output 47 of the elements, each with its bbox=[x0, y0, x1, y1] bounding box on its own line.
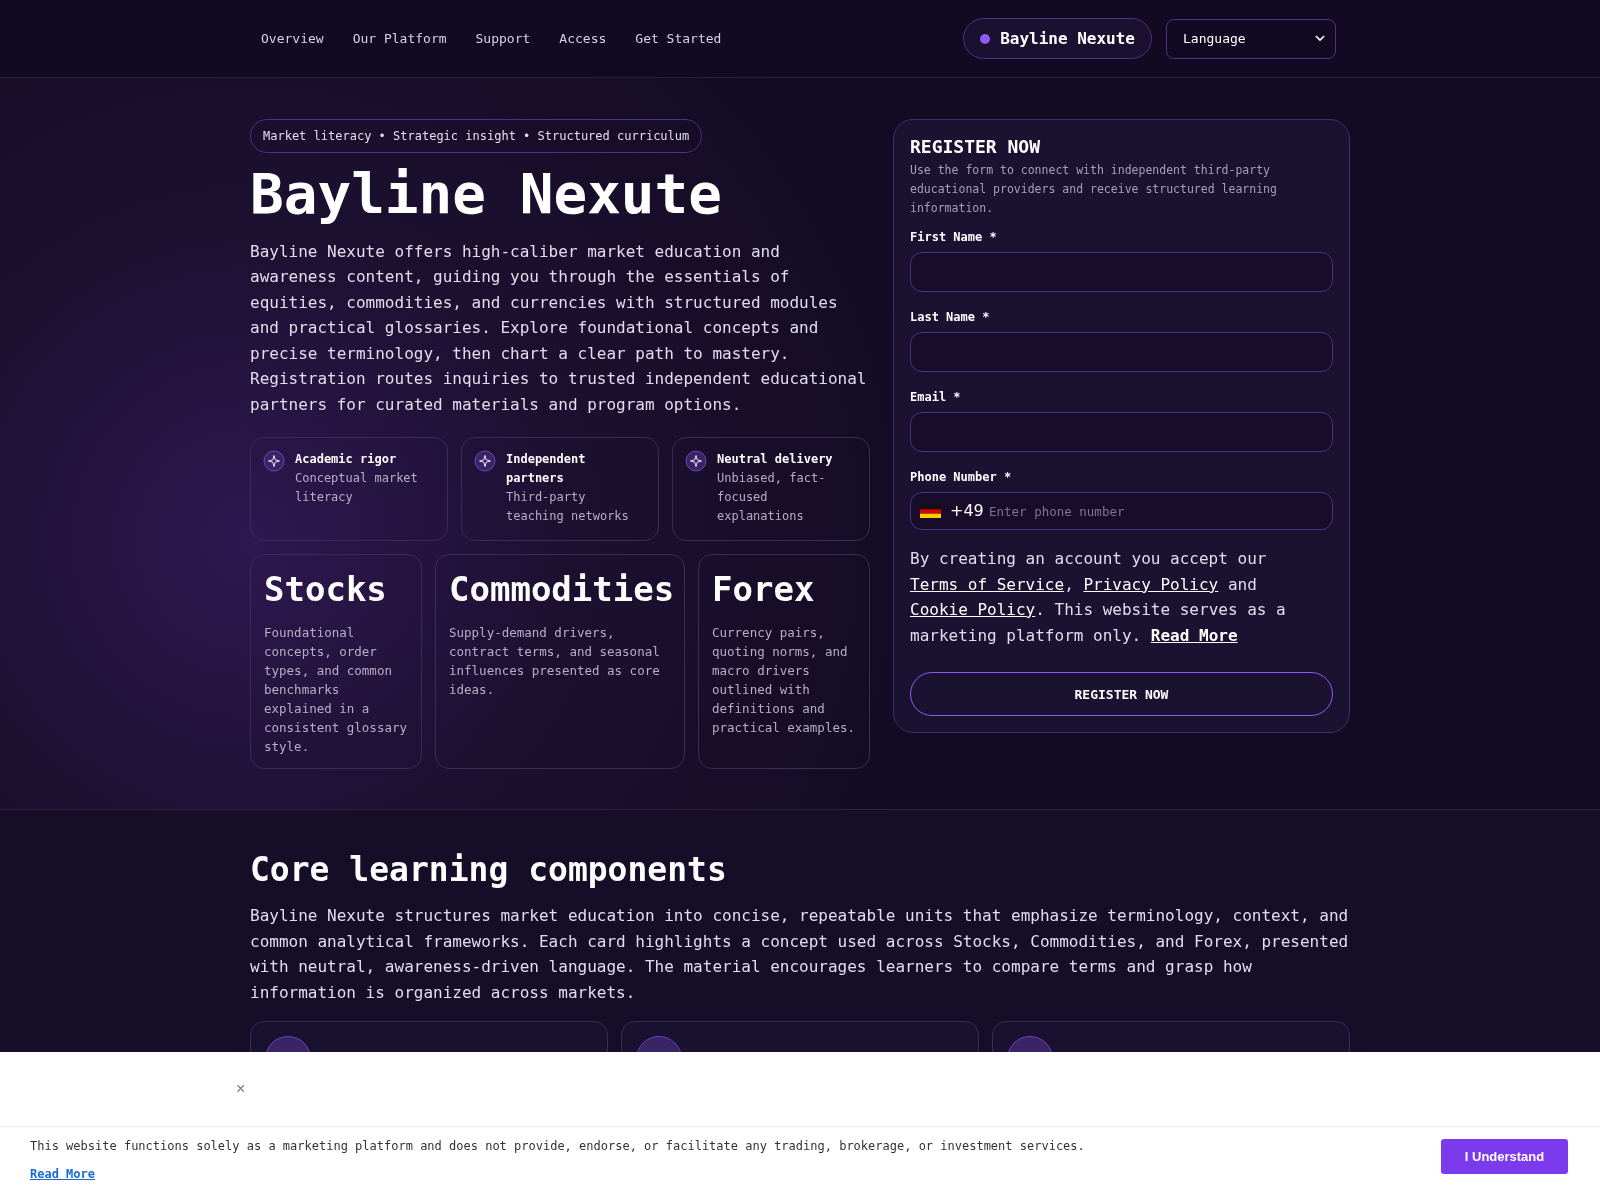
market-title: Commodities bbox=[449, 569, 672, 610]
field-label: Last Name * bbox=[910, 310, 991, 324]
terms-link[interactable]: Terms of Service bbox=[910, 574, 1065, 594]
read-more-link[interactable]: Read More bbox=[1150, 625, 1238, 645]
input-field[interactable] bbox=[910, 252, 1333, 292]
close-button[interactable]: × bbox=[232, 1080, 250, 1098]
form-title: REGISTER NOW bbox=[910, 136, 1042, 157]
market-title: Stocks bbox=[264, 569, 388, 610]
consent-text: By creating an account you accept our Terms of Service, Privacy Policy and Cookie Policy. This website serves as a marketing platform only. Read More bbox=[910, 548, 1287, 647]
cookie-link[interactable]: Cookie Policy bbox=[910, 600, 1036, 619]
sparkle-icon bbox=[685, 450, 707, 473]
understand-button[interactable]: I Understand bbox=[1441, 1139, 1568, 1174]
market-text: Foundational concepts, order types, and common benchmarks explained in a consistent glossary style. bbox=[264, 624, 408, 757]
section-description: Bayline Nexute structures market education into concise, repeatable units that emphasize terminology, context, and common analytical frameworks. Each card highlights a concept used across Stocks, Commodities, and Forex, presented with neutral, awareness-driven language. The material encourages learners to compare terms and grasp how information is organized across markets. bbox=[250, 905, 1350, 1004]
feature-title: Academic rigor bbox=[295, 451, 398, 469]
hero-description: Bayline Nexute offers high-caliber market education and awareness content, guiding you through the essentials of equities, commodities, and currencies with structured modules and practical glossaries. Explore foundational concepts and precise terminology, then chart a clear path to mastery. Registration routes inquiries to trusted independent educational partners for curated materials and program options. bbox=[250, 240, 868, 416]
privacy-link[interactable]: Privacy Policy bbox=[1083, 574, 1219, 594]
market-text: Currency pairs, quoting norms, and macro drivers outlined with definitions and practical examples. bbox=[712, 624, 856, 738]
input-field[interactable] bbox=[910, 412, 1333, 452]
sparkle-icon bbox=[263, 450, 285, 473]
language-select[interactable]: Language bbox=[1166, 18, 1336, 59]
country-code: +49 bbox=[950, 501, 984, 520]
nav-link[interactable]: Get Started bbox=[635, 31, 722, 46]
feature-title: Neutral delivery bbox=[717, 451, 834, 469]
nav-link[interactable]: Overview bbox=[261, 31, 324, 46]
sparkle-icon bbox=[474, 450, 496, 473]
nav-link[interactable]: Support bbox=[475, 31, 531, 46]
flag-icon bbox=[920, 505, 941, 518]
nav-link[interactable]: Access bbox=[559, 31, 607, 46]
feature-text: Third-party teaching networks bbox=[506, 489, 630, 526]
feature-title: Independent partners bbox=[506, 451, 587, 488]
brand-badge: Bayline Nexute bbox=[963, 18, 1152, 59]
market-text: Supply-demand drivers, contract terms, and seasonal influences presented as core ideas. bbox=[449, 624, 661, 700]
disclaimer-text: This website functions solely as a marketing platform and does not provide, endorse, or facilitate any trading, brokerage, or investment services. bbox=[30, 1139, 1085, 1153]
section-title: Core learning components bbox=[250, 850, 728, 890]
field-label: First Name * bbox=[910, 230, 998, 244]
feature-text: Unbiased, fact-focused explanations bbox=[717, 470, 827, 526]
input-field[interactable] bbox=[910, 332, 1333, 372]
read-more-link[interactable]: Read More bbox=[30, 1167, 96, 1181]
market-title: Forex bbox=[712, 569, 816, 610]
hero-title: Bayline Nexute bbox=[250, 163, 723, 225]
field-label: Phone Number * bbox=[910, 470, 1013, 484]
nav-link[interactable]: Our Platform bbox=[352, 31, 447, 46]
feature-text: Conceptual market literacy bbox=[295, 470, 419, 507]
form-intro: Use the form to connect with independent third-party educational providers and receive structured learning information. bbox=[910, 162, 1278, 217]
field-label: Email * bbox=[910, 390, 962, 404]
chevron-icon bbox=[1315, 35, 1325, 42]
